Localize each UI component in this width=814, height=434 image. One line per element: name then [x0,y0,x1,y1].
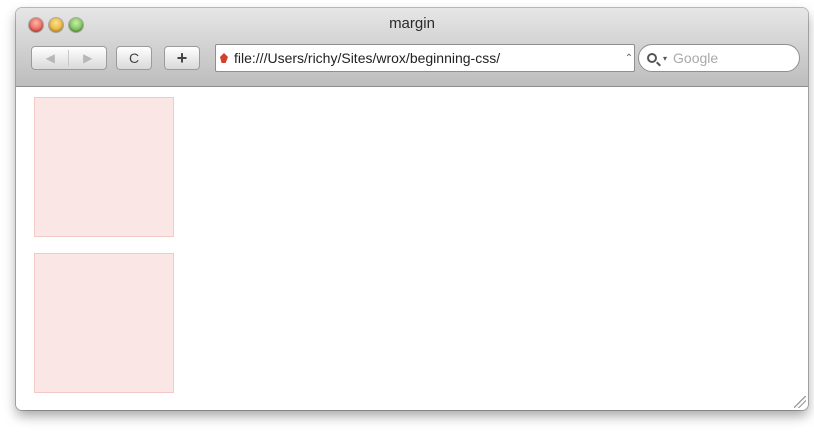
favicon-icon [220,53,228,63]
back-forward-group: ◀ ▶ [31,46,107,70]
search-icon [647,53,657,63]
page-viewport [16,87,808,410]
reload-icon: C [128,50,140,66]
resize-grip-icon[interactable] [794,396,806,408]
nav-divider [68,50,70,66]
forward-arrow-icon[interactable]: ▶ [83,51,92,65]
address-dropdown-icon[interactable]: ⌃ [624,53,634,64]
window-title: margin [389,15,435,32]
browser-window: margin ◀ ▶ C + file:///Users/richy/Sites… [16,8,808,410]
search-engine-dropdown-icon[interactable]: ▾ [663,54,667,63]
reload-button[interactable]: C [116,46,152,70]
pink-box-2 [34,253,174,393]
add-bookmark-button[interactable]: + [164,46,200,70]
address-bar[interactable]: file:///Users/richy/Sites/wrox/beginning… [215,44,635,72]
search-field[interactable]: ▾ [638,44,800,72]
url-text[interactable]: file:///Users/richy/Sites/wrox/beginning… [234,50,624,66]
search-input[interactable] [673,50,784,66]
pink-box-1 [34,97,174,237]
back-arrow-icon[interactable]: ◀ [46,51,55,65]
browser-toolbar: margin ◀ ▶ C + file:///Users/richy/Sites… [16,8,808,87]
plus-icon: + [176,47,188,68]
